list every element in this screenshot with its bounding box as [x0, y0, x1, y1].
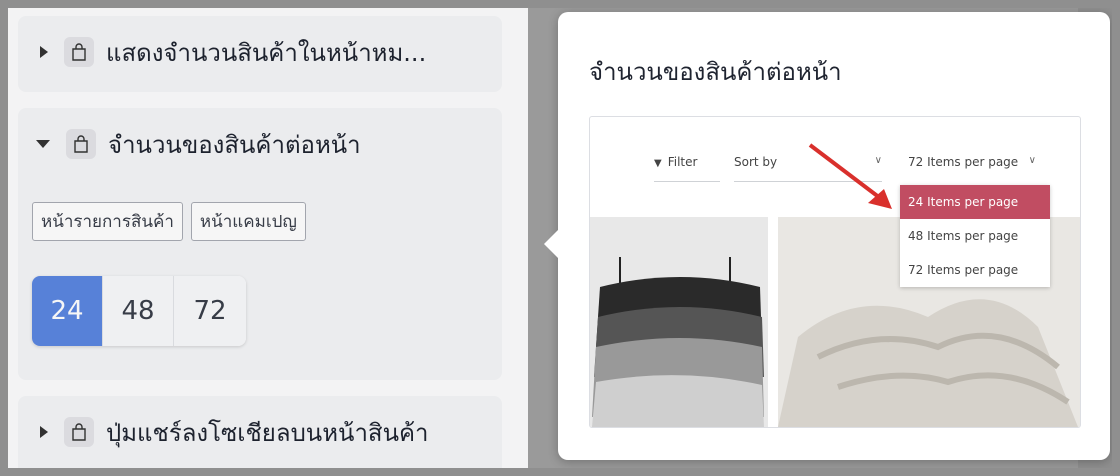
- settings-panel: แสดงจำนวนสินค้าในหน้าหม... จำนวนของสินค้…: [8, 8, 528, 468]
- settings-card: แสดงจำนวนสินค้าในหน้าหม...: [18, 16, 502, 92]
- items-per-page-selector: 24 48 72: [32, 276, 246, 346]
- preview-items-label: 72 Items per page: [908, 155, 1019, 169]
- shopping-bag-icon: [64, 417, 94, 447]
- card-title: แสดงจำนวนสินค้าในหน้าหม...: [106, 38, 427, 67]
- product-photo-tanktops: [590, 217, 768, 427]
- card-header[interactable]: ปุ่มแชร์ลงโซเชียลบนหน้าสินค้า: [18, 396, 502, 468]
- preview-filter-label: Filter: [667, 155, 698, 169]
- preview-sort-label: Sort by: [734, 155, 778, 169]
- tag-product-list: หน้ารายการสินค้า: [32, 202, 183, 241]
- preview-filter: ▼ Filter: [654, 155, 720, 182]
- preview-dropdown-menu: 24 Items per page 48 Items per page 72 I…: [900, 185, 1050, 287]
- option-48-button[interactable]: 48: [103, 276, 174, 346]
- page-tags: หน้ารายการสินค้า หน้าแคมเปญ: [32, 202, 306, 241]
- caret-down-icon[interactable]: [36, 140, 50, 148]
- preview-popover: จำนวนของสินค้าต่อหน้า ▼ Filter Sort by ∨ …: [544, 12, 1110, 460]
- option-24-button[interactable]: 24: [32, 276, 103, 346]
- caret-right-icon[interactable]: [40, 426, 48, 438]
- card-header[interactable]: จำนวนของสินค้าต่อหน้า: [18, 108, 502, 180]
- popover-title: จำนวนของสินค้าต่อหน้า: [589, 58, 842, 86]
- caret-right-icon[interactable]: [40, 46, 48, 58]
- tag-campaign: หน้าแคมเปญ: [190, 202, 306, 241]
- preview-option-24: 24 Items per page: [900, 185, 1050, 219]
- shopping-bag-icon: [64, 37, 94, 67]
- settings-card: ปุ่มแชร์ลงโซเชียลบนหน้าสินค้า: [18, 396, 502, 468]
- card-header[interactable]: แสดงจำนวนสินค้าในหน้าหม...: [18, 16, 502, 88]
- shopping-bag-icon: [66, 129, 96, 159]
- preview-option-48: 48 Items per page: [908, 229, 1019, 243]
- option-72-button[interactable]: 72: [174, 276, 246, 346]
- card-title: ปุ่มแชร์ลงโซเชียลบนหน้าสินค้า: [106, 418, 429, 447]
- preview-image: ▼ Filter Sort by ∨ 72 Items per page ∨ 2…: [589, 116, 1081, 428]
- card-title: จำนวนของสินค้าต่อหน้า: [108, 130, 361, 159]
- preview-items-select: 72 Items per page ∨: [908, 155, 1036, 169]
- filter-icon: ▼: [654, 158, 662, 169]
- chevron-down-icon: ∨: [1028, 155, 1036, 166]
- popover-pointer: [544, 230, 558, 258]
- screen: แสดงจำนวนสินค้าในหน้าหม... จำนวนของสินค้…: [8, 8, 1112, 468]
- settings-card-expanded: จำนวนของสินค้าต่อหน้า หน้ารายการสินค้า ห…: [18, 108, 502, 380]
- preview-option-72: 72 Items per page: [908, 263, 1019, 277]
